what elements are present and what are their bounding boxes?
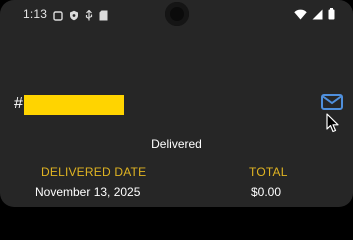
mouse-cursor-icon	[326, 113, 340, 133]
front-camera	[165, 2, 189, 26]
order-number-redacted	[24, 95, 124, 115]
status-icons-left	[53, 8, 108, 26]
signal-icon	[312, 7, 323, 25]
shield-icon	[69, 8, 79, 26]
order-status: Delivered	[151, 137, 202, 151]
status-bar: 1:13	[0, 0, 353, 28]
screen-icon	[53, 8, 63, 26]
total-value: $0.00	[251, 185, 282, 199]
status-time: 1:13	[23, 7, 48, 21]
order-number-hash: #	[14, 95, 23, 112]
usb-icon	[85, 8, 93, 26]
battery-icon	[328, 7, 335, 25]
total-header: TOTAL	[249, 165, 288, 179]
delivered-date-value: November 13, 2025	[35, 185, 141, 199]
wifi-icon	[294, 7, 307, 25]
delivered-date-header: DELIVERED DATE	[41, 165, 147, 179]
envelope-icon	[321, 93, 343, 115]
order-detail-screen: 1:13 # Delivered DELIVERED DATE TOTAL No…	[0, 0, 353, 207]
status-icons-right	[294, 7, 335, 25]
sd-card-icon	[99, 8, 108, 26]
